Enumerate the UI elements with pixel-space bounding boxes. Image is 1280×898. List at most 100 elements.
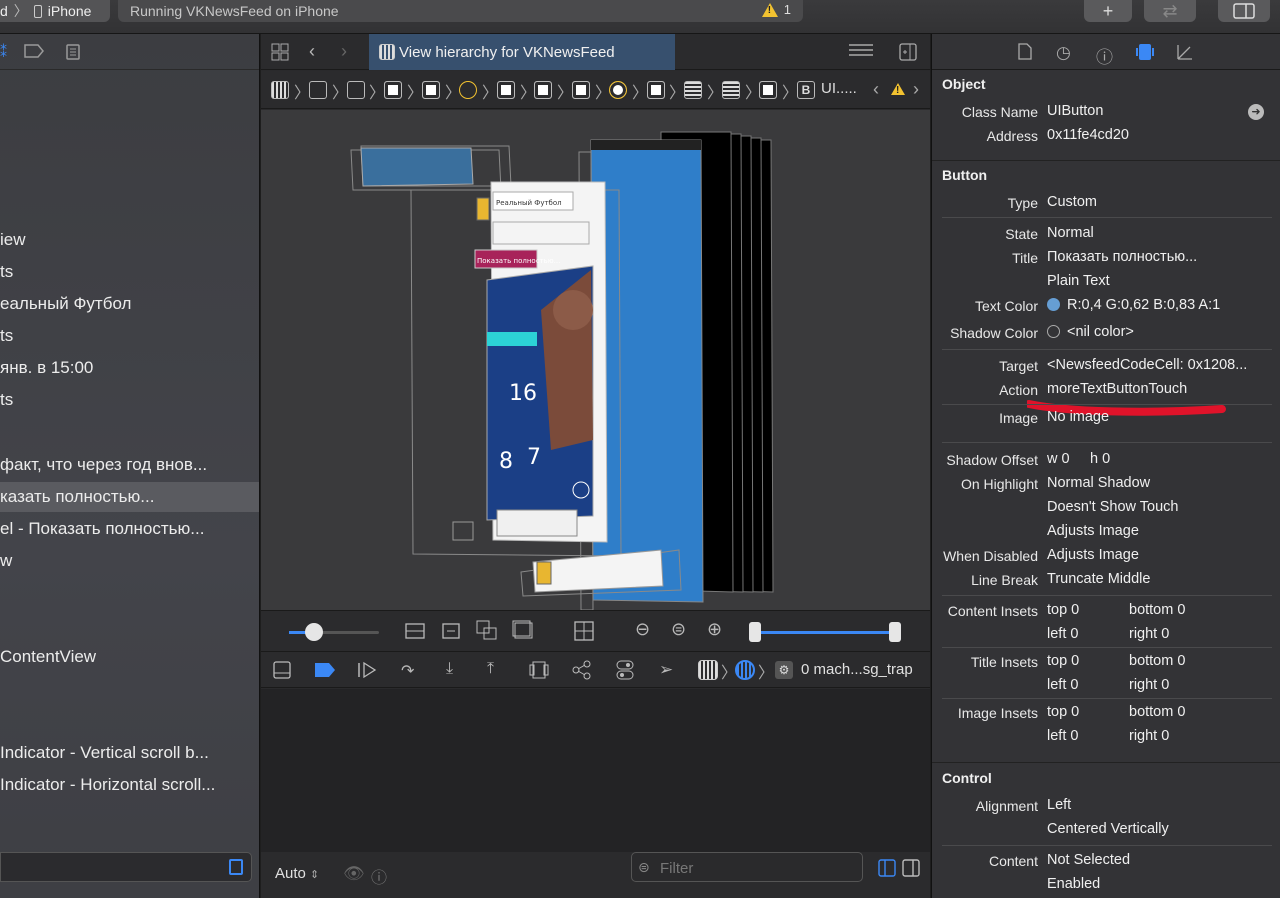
content-label: Content bbox=[988, 853, 1038, 869]
activity-viewer: Running VKNewsFeed on iPhone 1 bbox=[118, 0, 803, 22]
view-hierarchy-canvas[interactable]: Реальный Футбол Показать полностью... 16… bbox=[261, 110, 930, 610]
forward-arrow-icon[interactable]: › bbox=[341, 41, 347, 62]
when-disabled-label: When Disabled bbox=[943, 548, 1038, 564]
memory-graph-icon[interactable] bbox=[572, 660, 592, 685]
tag-icon[interactable] bbox=[24, 44, 44, 61]
address-label: Address bbox=[986, 128, 1038, 144]
list-item[interactable]: Indicator - Vertical scroll b... bbox=[0, 738, 259, 768]
jump-item-controller[interactable] bbox=[609, 81, 627, 99]
chevron-right-icon[interactable]: › bbox=[913, 79, 919, 100]
on-highlight-value: Adjusts Image bbox=[1047, 523, 1139, 539]
list-item[interactable]: факт, что через год внов... bbox=[0, 450, 259, 480]
chevron-left-icon[interactable]: ‹ bbox=[873, 79, 879, 100]
list-item-selected[interactable]: казать полностью... bbox=[0, 482, 259, 512]
range-thumb-right[interactable] bbox=[889, 622, 901, 642]
eye-icon[interactable]: 👁 bbox=[343, 864, 365, 884]
swap-arrows-icon: ⇄ bbox=[1162, 0, 1178, 21]
shadow-color-label: Shadow Color bbox=[950, 325, 1038, 341]
button-type-icon[interactable]: B bbox=[797, 81, 815, 99]
back-arrow-icon[interactable]: ‹ bbox=[309, 41, 315, 62]
orient-icon[interactable] bbox=[574, 621, 594, 646]
thread-icon[interactable] bbox=[735, 660, 755, 680]
size-inspector-icon[interactable] bbox=[1176, 43, 1194, 65]
location-icon[interactable]: ➢ bbox=[659, 660, 673, 680]
jump-item-controller[interactable] bbox=[459, 81, 477, 99]
scheme-selector[interactable]: d 〉 iPhone bbox=[0, 0, 110, 22]
file-inspector-icon[interactable] bbox=[1018, 43, 1032, 64]
list-item[interactable]: iew bbox=[0, 225, 259, 255]
view-hierarchy-icon bbox=[379, 44, 395, 60]
zoom-actual-icon[interactable]: ⊜ bbox=[671, 619, 686, 640]
report-icon[interactable] bbox=[66, 44, 80, 63]
preview-number: 16 bbox=[509, 381, 537, 406]
show-variables-view-icon[interactable] bbox=[878, 859, 896, 882]
jump-item[interactable] bbox=[422, 81, 440, 99]
app-icon[interactable] bbox=[698, 660, 718, 680]
jump-item[interactable] bbox=[534, 81, 552, 99]
constraints-icon[interactable] bbox=[476, 620, 498, 645]
inset-top: top 0 bbox=[1047, 602, 1080, 618]
list-item[interactable]: ts bbox=[0, 385, 259, 415]
range-slider[interactable] bbox=[749, 622, 901, 642]
list-item[interactable]: el - Показать полностью... bbox=[0, 514, 259, 544]
navigator-filter-field[interactable] bbox=[0, 852, 252, 882]
jump-item-table[interactable] bbox=[722, 81, 740, 99]
console-filter-field[interactable]: ⊜ Filter bbox=[631, 852, 863, 882]
debug-view-hierarchy-icon[interactable] bbox=[529, 660, 549, 685]
help-inspector-icon[interactable]: ⓘ bbox=[1096, 43, 1113, 68]
warning-indicator[interactable]: 1 bbox=[761, 2, 791, 17]
show-console-view-icon[interactable] bbox=[902, 859, 920, 882]
range-thumb-left[interactable] bbox=[749, 622, 761, 642]
grid-icon[interactable] bbox=[271, 43, 289, 66]
frame-icon[interactable] bbox=[442, 622, 460, 645]
console-area[interactable] bbox=[261, 689, 930, 855]
list-item[interactable]: янв. в 15:00 bbox=[0, 353, 259, 383]
zoom-in-icon[interactable]: ⊕ bbox=[707, 619, 722, 640]
jump-item[interactable] bbox=[271, 81, 289, 99]
hide-debug-area-icon[interactable] bbox=[273, 661, 291, 684]
jump-item[interactable] bbox=[759, 81, 777, 99]
attributes-inspector-icon[interactable] bbox=[1136, 43, 1154, 65]
tab-view-hierarchy[interactable]: View hierarchy for VKNewsFeed bbox=[369, 34, 675, 70]
scheme-prefix: d bbox=[0, 3, 8, 19]
arrow-right-circle-icon[interactable]: ➜ bbox=[1248, 104, 1264, 120]
stack-frame-label[interactable]: 0 mach...sg_trap bbox=[801, 661, 913, 678]
step-into-icon[interactable]: ⤓ bbox=[446, 660, 453, 678]
code-review-button[interactable]: ⇄ bbox=[1144, 0, 1196, 22]
list-item[interactable]: Indicator - Horizontal scroll... bbox=[0, 770, 259, 800]
auto-variables-popup[interactable]: Auto ⇕ bbox=[275, 865, 319, 882]
toggle-inspector-button[interactable] bbox=[1218, 0, 1270, 22]
list-item[interactable]: ts bbox=[0, 321, 259, 351]
breakpoint-icon[interactable]: ⁑ bbox=[0, 44, 7, 61]
jump-item[interactable] bbox=[384, 81, 402, 99]
jump-item[interactable] bbox=[572, 81, 590, 99]
clipping-icon[interactable] bbox=[405, 622, 425, 645]
slider-thumb[interactable] bbox=[305, 623, 323, 641]
list-item[interactable]: w bbox=[0, 546, 259, 576]
jump-item[interactable] bbox=[647, 81, 665, 99]
list-item[interactable]: еальный Футбол bbox=[0, 289, 259, 319]
step-over-icon[interactable]: ↷ bbox=[401, 661, 414, 681]
layers-icon[interactable] bbox=[512, 620, 534, 645]
environment-overrides-icon[interactable] bbox=[616, 660, 634, 685]
jump-last-label[interactable]: UI..... bbox=[821, 80, 857, 97]
library-button[interactable]: + bbox=[1084, 0, 1132, 22]
history-inspector-icon[interactable]: ◷ bbox=[1056, 43, 1071, 63]
exploded-view-3d[interactable]: Реальный Футбол Показать полностью... 16… bbox=[261, 110, 930, 610]
jump-item-table[interactable] bbox=[684, 81, 702, 99]
filter-toggle-icon[interactable] bbox=[229, 859, 243, 875]
list-item[interactable]: ContentView bbox=[0, 642, 259, 672]
zoom-out-icon[interactable]: ⊖ bbox=[635, 619, 650, 640]
warning-icon[interactable] bbox=[891, 82, 905, 100]
jump-item[interactable] bbox=[347, 81, 365, 99]
continue-icon[interactable] bbox=[357, 661, 377, 684]
step-out-icon[interactable]: ⤒ bbox=[487, 660, 494, 678]
jump-item[interactable] bbox=[497, 81, 515, 99]
list-item[interactable]: ts bbox=[0, 257, 259, 287]
breakpoints-toggle-icon[interactable] bbox=[314, 662, 336, 683]
editor-options-icon[interactable] bbox=[849, 43, 873, 64]
info-icon[interactable]: ⓘ bbox=[371, 864, 387, 888]
add-editor-icon[interactable] bbox=[899, 43, 917, 66]
jump-item[interactable] bbox=[309, 81, 327, 99]
spacing-slider[interactable] bbox=[289, 623, 379, 641]
